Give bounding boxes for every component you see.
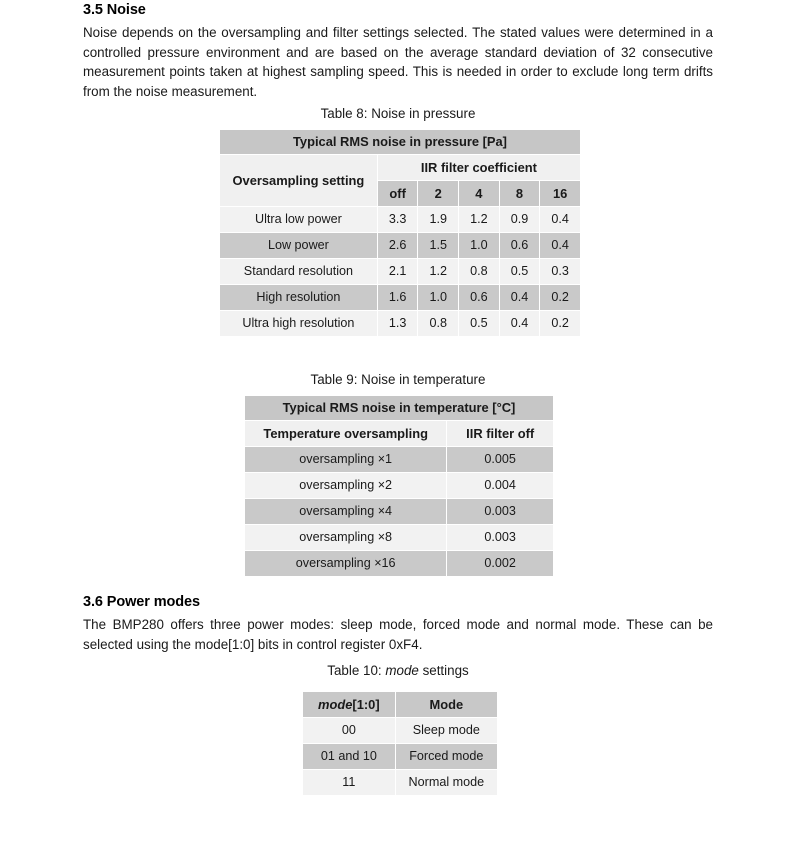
table-row: oversampling ×1 0.005 — [245, 447, 553, 472]
table8-subheader-2: 2 — [418, 181, 459, 206]
table10-cell-bits: 00 — [303, 718, 395, 743]
table9-row-label: oversampling ×1 — [245, 447, 447, 472]
table10-caption-prefix: Table 10: — [327, 663, 386, 678]
table9-cell: 0.005 — [447, 447, 553, 472]
table9-cell: 0.004 — [447, 473, 553, 498]
table8-container: Typical RMS noise in pressure [Pa] Overs… — [219, 129, 581, 337]
table10-header-row: mode[1:0] Mode — [303, 692, 497, 717]
table8-cell: 0.5 — [499, 259, 540, 284]
section-3-5: 3.5 Noise Noise depends on the oversampl… — [83, 2, 713, 101]
table8-band-header-row: Typical RMS noise in pressure [Pa] — [220, 130, 580, 154]
table8-row-label: High resolution — [220, 285, 377, 310]
table9-container: Typical RMS noise in temperature [°C] Te… — [244, 395, 554, 577]
table8-cell: 0.6 — [459, 285, 499, 310]
table-row: 00 Sleep mode — [303, 718, 497, 743]
table10-cell-bits: 01 and 10 — [303, 744, 395, 769]
table10-header-mode-italic: mode — [318, 697, 353, 712]
table9-header-row: Temperature oversampling IIR filter off — [245, 421, 553, 446]
table8-cell: 0.8 — [459, 259, 499, 284]
table10-caption-suffix: settings — [418, 663, 469, 678]
document-page: 3.5 Noise Noise depends on the oversampl… — [0, 0, 786, 843]
table10-caption-italic: mode — [385, 663, 419, 678]
table9-band-header: Typical RMS noise in temperature [°C] — [245, 396, 553, 420]
table8-cell: 1.2 — [418, 259, 459, 284]
table9-caption: Table 9: Noise in temperature — [310, 372, 486, 387]
table8-band-header: Typical RMS noise in pressure [Pa] — [220, 130, 580, 154]
table8-row-label: Standard resolution — [220, 259, 377, 284]
table8-cell: 1.9 — [418, 207, 459, 232]
table-row: oversampling ×2 0.004 — [245, 473, 553, 498]
table9-row-label: oversampling ×8 — [245, 525, 447, 550]
section-paragraph-3-5: Noise depends on the oversampling and fi… — [83, 25, 713, 99]
table10-cell-mode: Forced mode — [395, 744, 497, 769]
table10-header-mode: Mode — [395, 692, 497, 717]
table8-row-label: Ultra high resolution — [220, 311, 377, 336]
table9-cell: 0.003 — [447, 525, 553, 550]
section-paragraph-3-6: The BMP280 offers three power modes: sle… — [83, 617, 713, 652]
table9-row-label: oversampling ×2 — [245, 473, 447, 498]
table8-row-label: Ultra low power — [220, 207, 377, 232]
table-row: Standard resolution 2.1 1.2 0.8 0.5 0.3 — [220, 259, 580, 284]
table8-cell: 0.8 — [418, 311, 459, 336]
table-row: Ultra high resolution 1.3 0.8 0.5 0.4 0.… — [220, 311, 580, 336]
table8-group-header: IIR filter coefficient — [377, 155, 580, 180]
table8-cell: 3.3 — [377, 207, 418, 232]
table8-cell: 0.4 — [540, 233, 580, 258]
table8-cell: 1.0 — [418, 285, 459, 310]
table8-cell: 0.2 — [540, 311, 580, 336]
table-noise-in-pressure: Typical RMS noise in pressure [Pa] Overs… — [219, 129, 581, 337]
table9-row-label: oversampling ×4 — [245, 499, 447, 524]
table8-cell: 0.3 — [540, 259, 580, 284]
table8-cell: 0.4 — [499, 285, 540, 310]
table8-cell: 1.2 — [459, 207, 499, 232]
table-row: oversampling ×8 0.003 — [245, 525, 553, 550]
table8-cell: 0.6 — [499, 233, 540, 258]
table-row: oversampling ×4 0.003 — [245, 499, 553, 524]
table8-row-header-label: Oversampling setting — [220, 155, 377, 206]
table9-header-oversampling: Temperature oversampling — [245, 421, 447, 446]
table8-row-label: Low power — [220, 233, 377, 258]
table9-header-iir-off: IIR filter off — [447, 421, 553, 446]
table8-cell: 1.6 — [377, 285, 418, 310]
table-row: Ultra low power 3.3 1.9 1.2 0.9 0.4 — [220, 207, 580, 232]
table-noise-in-temperature: Typical RMS noise in temperature [°C] Te… — [244, 395, 554, 577]
section-3-6: 3.6 Power modes The BMP280 offers three … — [83, 594, 713, 654]
table9-cell: 0.003 — [447, 499, 553, 524]
section-heading-3-6: 3.6 Power modes — [83, 594, 200, 610]
table8-cell: 2.6 — [377, 233, 418, 258]
table8-subheader-off: off — [377, 181, 418, 206]
table8-subheader-16: 16 — [540, 181, 580, 206]
table9-band-header-row: Typical RMS noise in temperature [°C] — [245, 396, 553, 420]
table8-cell: 0.2 — [540, 285, 580, 310]
table8-cell: 1.0 — [459, 233, 499, 258]
table10-caption: Table 10: mode settings — [83, 663, 713, 678]
table8-group-header-row: Oversampling setting IIR filter coeffici… — [220, 155, 580, 206]
table8-cell: 0.9 — [499, 207, 540, 232]
table-row: High resolution 1.6 1.0 0.6 0.4 0.2 — [220, 285, 580, 310]
table8-cell: 2.1 — [377, 259, 418, 284]
table10-cell-mode: Normal mode — [395, 770, 497, 795]
table8-cell: 0.5 — [459, 311, 499, 336]
table8-cell: 1.3 — [377, 311, 418, 336]
table10-header-bits-range: [1:0] — [352, 697, 380, 712]
table-mode-settings: mode[1:0] Mode 00 Sleep mode 01 and 10 F… — [302, 691, 498, 796]
table8-subheader-4: 4 — [459, 181, 499, 206]
table10-cell-mode: Sleep mode — [395, 718, 497, 743]
table10-container: mode[1:0] Mode 00 Sleep mode 01 and 10 F… — [302, 691, 498, 796]
section-heading-3-5: 3.5 Noise — [83, 2, 146, 18]
table10-header-mode-bits: mode[1:0] — [303, 692, 395, 717]
table9-cell: 0.002 — [447, 551, 553, 576]
table8-cell: 0.4 — [499, 311, 540, 336]
table-row: 11 Normal mode — [303, 770, 497, 795]
table8-caption: Table 8: Noise in pressure — [320, 106, 476, 121]
table8-cell: 0.4 — [540, 207, 580, 232]
table-row: 01 and 10 Forced mode — [303, 744, 497, 769]
table8-cell: 1.5 — [418, 233, 459, 258]
table9-row-label: oversampling ×16 — [245, 551, 447, 576]
table8-subheader-8: 8 — [499, 181, 540, 206]
table-row: Low power 2.6 1.5 1.0 0.6 0.4 — [220, 233, 580, 258]
table-row: oversampling ×16 0.002 — [245, 551, 553, 576]
table10-cell-bits: 11 — [303, 770, 395, 795]
